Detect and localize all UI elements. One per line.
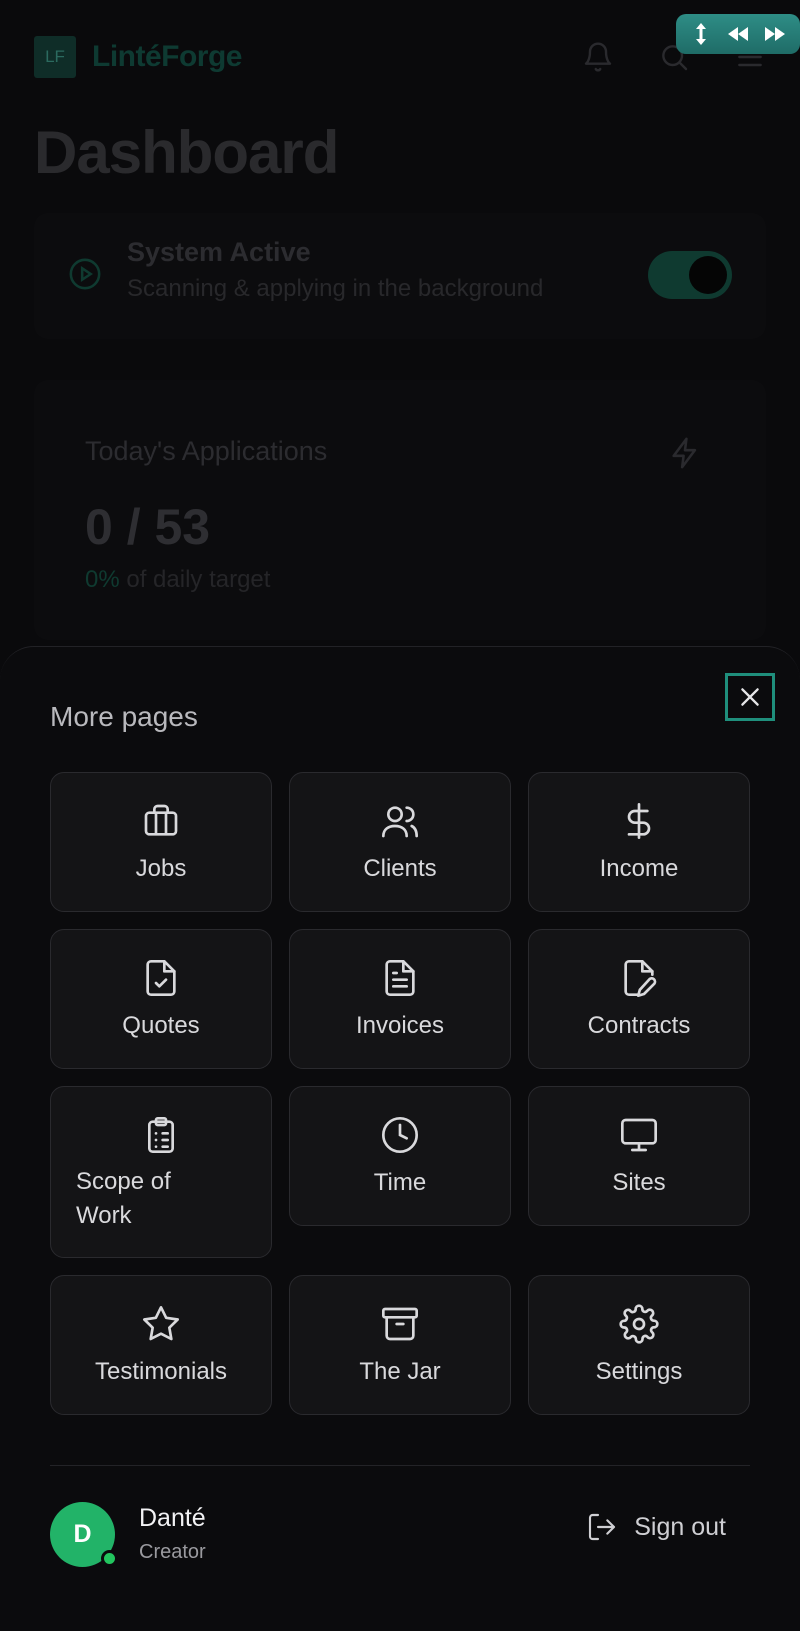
avatar: D (50, 1501, 118, 1567)
page-title: Dashboard (34, 119, 339, 186)
page-tile-settings[interactable]: Settings (528, 1275, 750, 1415)
page-tile-time[interactable]: Time (289, 1086, 511, 1226)
sign-out-label: Sign out (634, 1512, 726, 1541)
sign-out-button[interactable]: Sign out (586, 1511, 726, 1543)
divider (50, 1465, 750, 1466)
logo[interactable]: LF (34, 36, 76, 78)
page-tile-sites[interactable]: Sites (528, 1086, 750, 1226)
sheet-title: More pages (50, 701, 198, 732)
resize-vertical-icon[interactable] (689, 22, 713, 46)
applications-card: Today's Applications 0 / 53 0% of daily … (34, 380, 766, 640)
pages-grid: Jobs Clients Income Quotes Invoices Cont… (50, 772, 750, 1415)
tile-label: Sites (612, 1169, 666, 1196)
page-tile-clients[interactable]: Clients (289, 772, 511, 912)
tile-label: Jobs (135, 855, 187, 882)
brand-name[interactable]: LintéForge (92, 40, 243, 74)
clock-icon (382, 1117, 418, 1153)
page-tile-income[interactable]: Income (528, 772, 750, 912)
file-text-icon (385, 960, 415, 996)
applications-value: 0 / 53 (85, 499, 211, 555)
archive-icon (382, 1307, 418, 1341)
tile-label: Income (599, 855, 679, 882)
tile-label: The Jar (359, 1358, 441, 1385)
gear-icon (619, 1304, 659, 1344)
status-subtitle: Scanning & applying in the background (127, 275, 544, 302)
more-pages-sheet: More pages Jobs Clients Income Quotes In… (0, 646, 800, 1631)
page-tile-scope-of-work[interactable]: Scope of Work (50, 1086, 272, 1258)
page-tile-invoices[interactable]: Invoices (289, 929, 511, 1069)
target-suffix: of daily target (119, 566, 271, 593)
avatar-initial: D (73, 1519, 92, 1548)
dollar-icon (627, 803, 651, 839)
applications-title: Today's Applications (85, 436, 328, 466)
user-info: Danté Creator (139, 1504, 206, 1564)
page-tile-quotes[interactable]: Quotes (50, 929, 272, 1069)
file-signature-icon (624, 960, 657, 997)
system-toggle[interactable] (648, 251, 732, 299)
page-tile-the-jar[interactable]: The Jar (289, 1275, 511, 1415)
floating-controls (676, 14, 800, 54)
log-out-icon (589, 1513, 616, 1541)
target-percent: 0% (85, 566, 120, 593)
toggle-knob (689, 256, 727, 294)
applications-target: 0% of daily target (85, 566, 270, 594)
star-icon (143, 1306, 180, 1341)
user-role: Creator (139, 1541, 206, 1563)
play-circle-icon (69, 258, 101, 290)
tile-label: Contracts (587, 1012, 691, 1039)
close-button[interactable] (725, 673, 775, 721)
tile-label: Invoices (355, 1012, 445, 1039)
monitor-icon (621, 1118, 657, 1152)
tile-label: Quotes (122, 1012, 200, 1039)
page-tile-jobs[interactable]: Jobs (50, 772, 272, 912)
file-check-icon (146, 960, 176, 996)
tile-label: Settings (595, 1358, 683, 1385)
tile-label: Clients (363, 855, 437, 882)
bell-icon[interactable] (582, 41, 614, 73)
page-tile-contracts[interactable]: Contracts (528, 929, 750, 1069)
top-bar: LF LintéForge (34, 34, 766, 80)
fast-forward-icon[interactable] (763, 22, 787, 46)
tile-label: Testimonials (94, 1358, 228, 1385)
user-name: Danté (139, 1504, 206, 1532)
user-profile[interactable]: D Danté Creator (50, 1499, 206, 1569)
clipboard-list-icon (148, 1117, 174, 1153)
rewind-icon[interactable] (726, 22, 750, 46)
briefcase-icon (144, 804, 178, 836)
tile-label: Time (373, 1169, 427, 1196)
online-indicator (101, 1549, 118, 1567)
users-icon (382, 806, 418, 838)
status-title: System Active (127, 237, 311, 267)
close-icon (741, 688, 759, 706)
page-tile-testimonials[interactable]: Testimonials (50, 1275, 272, 1415)
system-status-card: System Active Scanning & applying in the… (34, 213, 766, 339)
lightning-icon (672, 437, 697, 469)
tile-label: Scope of Work (76, 1168, 171, 1229)
